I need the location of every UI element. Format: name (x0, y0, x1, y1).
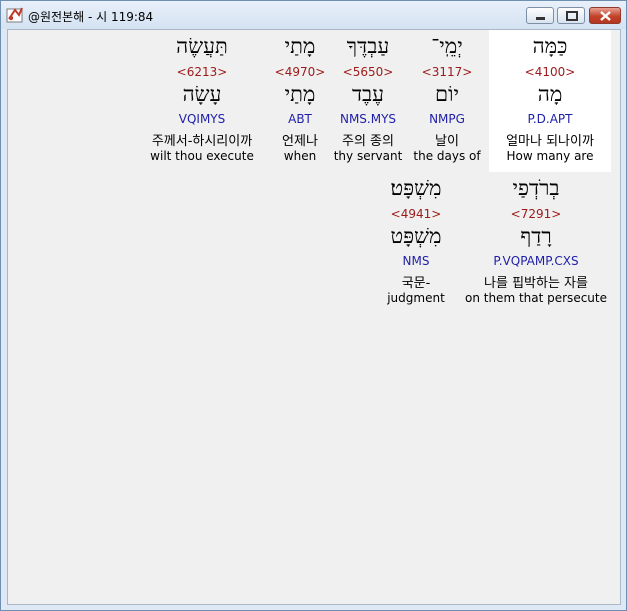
app-window: @원전본해 - 시 119:84 כַּמָּה <4100> מָה P.D.… (0, 0, 627, 611)
word-3[interactable]: עַבְדֶּךָ <5650> עֶבֶד NMS.MYS 주의 종의 thy… (330, 30, 406, 170)
word-2[interactable]: יְמֵֽי־ <3117> יוֹם NMPG 날이 the days of (409, 30, 485, 170)
word-6[interactable]: בְרֹדְפַי <7291> רָדַף P.VQPAMP.CXS 나를 핍… (461, 172, 611, 312)
word-7[interactable]: מִשְׁפָּט׃ <4941> מִשְׁפָּט NMS 국문- judg… (376, 172, 456, 312)
english-gloss: How many are (506, 149, 594, 163)
hebrew-lemma: מָתַי (284, 82, 316, 106)
morphology-code[interactable]: P.VQPAMP.CXS (461, 254, 611, 268)
strong-number[interactable]: <6213> (138, 65, 266, 79)
title-bar[interactable]: @원전본해 - 시 119:84 (1, 1, 626, 29)
hebrew-text: מִשְׁפָּט׃ (390, 176, 442, 200)
english-gloss: the days of (413, 149, 481, 163)
hebrew-lemma: עֶבֶד (351, 82, 385, 106)
korean-gloss: 주께서-하시리이까 (151, 134, 253, 149)
morphology-code[interactable]: P.D.APT (489, 112, 611, 126)
strong-number[interactable]: <4970> (268, 65, 332, 79)
hebrew-lemma: יוֹם (435, 82, 459, 106)
hebrew-lemma: עָשָׂה (182, 82, 222, 106)
morphology-code[interactable]: VQIMYS (138, 112, 266, 126)
korean-gloss: 나를 핍박하는 자를 (484, 276, 588, 291)
window-title: @원전본해 - 시 119:84 (28, 10, 154, 24)
strong-number[interactable]: <5650> (330, 65, 406, 79)
korean-gloss: 주의 종의 (342, 134, 394, 149)
morphology-code[interactable]: ABT (268, 112, 332, 126)
english-gloss: wilt thou execute (150, 149, 254, 163)
word-1[interactable]: כַּמָּה <4100> מָה P.D.APT 얼마나 되나이까 How … (489, 30, 611, 170)
english-gloss: on them that persecute (464, 291, 607, 305)
hebrew-text: מָתַי (284, 34, 316, 58)
strong-number[interactable]: <3117> (409, 65, 485, 79)
hebrew-text: עַבְדֶּךָ (346, 34, 390, 58)
korean-gloss: 얼마나 되나이까 (506, 134, 594, 149)
hebrew-text: יְמֵֽי־ (431, 34, 463, 58)
word-5[interactable]: תַּעֲשֶׂה <6213> עָשָׂה VQIMYS 주께서-하시리이까… (138, 30, 266, 170)
maximize-button[interactable] (557, 7, 585, 24)
hebrew-lemma: מִשְׁפָּט (390, 224, 442, 248)
hebrew-text: תַּעֲשֶׂה (176, 34, 228, 58)
english-gloss: judgment (387, 291, 445, 305)
strong-number[interactable]: <4941> (376, 207, 456, 221)
word-4[interactable]: מָתַי <4970> מָתַי ABT 언제나 when (268, 30, 332, 170)
minimize-button[interactable] (526, 7, 554, 24)
english-gloss: thy servant (333, 149, 403, 163)
maximize-icon (566, 11, 578, 21)
hebrew-lemma: מָה (537, 82, 563, 106)
hebrew-text: בְרֹדְפַי (512, 176, 560, 200)
minimize-icon (536, 17, 545, 20)
strong-number[interactable]: <4100> (489, 65, 611, 79)
close-button[interactable] (589, 7, 621, 24)
strong-number[interactable]: <7291> (461, 207, 611, 221)
morphology-code[interactable]: NMS.MYS (330, 112, 406, 126)
english-gloss: when (283, 149, 317, 163)
close-icon (600, 11, 611, 21)
interlinear-content: כַּמָּה <4100> מָה P.D.APT 얼마나 되나이까 How … (7, 29, 621, 605)
korean-gloss: 국문- (401, 276, 431, 291)
morphology-code[interactable]: NMPG (409, 112, 485, 126)
hebrew-lemma: רָדַף (520, 224, 552, 248)
morphology-code[interactable]: NMS (376, 254, 456, 268)
korean-gloss: 언제나 (282, 134, 318, 149)
korean-gloss: 날이 (435, 134, 459, 149)
app-logo-icon (6, 6, 24, 24)
hebrew-text: כַּמָּה (532, 34, 568, 58)
